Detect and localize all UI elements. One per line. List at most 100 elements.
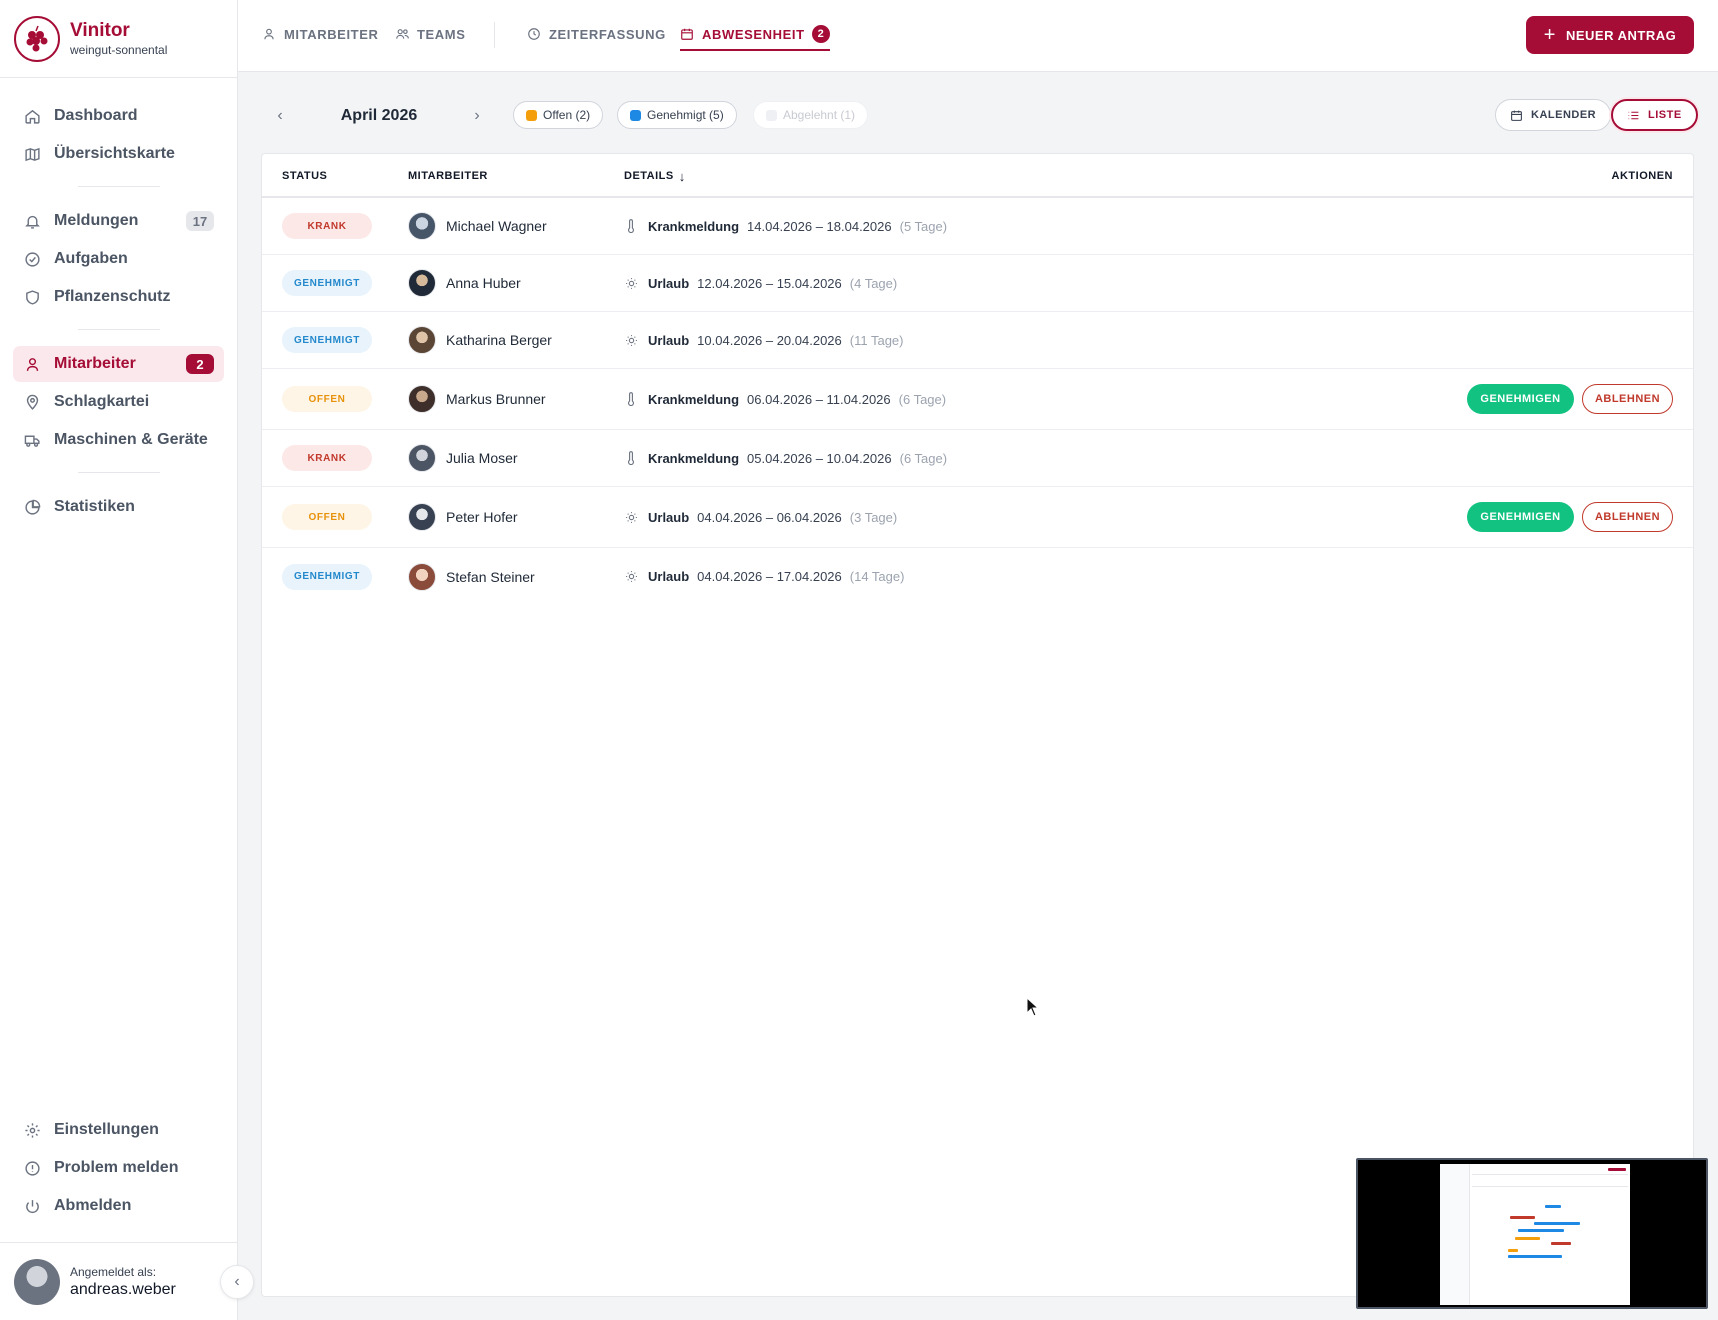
sun-icon <box>624 510 638 524</box>
reject-button[interactable]: ABLEHNEN <box>1582 384 1673 414</box>
thermometer-icon <box>624 392 638 406</box>
sidebar-item-label: Aufgaben <box>54 250 128 267</box>
table-row[interactable]: KRANK Julia Moser Krankmeldung 05.04.202… <box>262 430 1693 487</box>
alert-circle-icon <box>23 1159 41 1177</box>
day-count: (4 Tage) <box>849 275 898 291</box>
sidebar-item-meldungen[interactable]: Meldungen 17 <box>13 203 224 239</box>
previous-month-button[interactable]: ‹ <box>268 104 292 128</box>
mouse-cursor-icon <box>1026 997 1040 1017</box>
table-row[interactable]: OFFEN Markus Brunner Krankmeldung 06.04.… <box>262 369 1693 430</box>
tab-abwesenheit[interactable]: ABWESENHEIT 2 <box>680 0 830 68</box>
logged-in-label: Angemeldet als: <box>70 1264 157 1279</box>
sun-icon <box>624 276 638 290</box>
filter-chip-genehmigt[interactable]: Genehmigt (5) <box>617 101 737 129</box>
calendar-icon <box>680 27 695 42</box>
status-badge: KRANK <box>282 445 372 471</box>
power-icon <box>23 1197 41 1215</box>
table-row[interactable]: KRANK Michael Wagner Krankmeldung 14.04.… <box>262 198 1693 255</box>
user-icon <box>262 27 277 42</box>
sidebar-item-uebersichtskarte[interactable]: Übersichtskarte <box>13 136 224 172</box>
avatar[interactable] <box>14 1258 60 1305</box>
sidebar-item-schlagkartei[interactable]: Schlagkartei <box>13 384 224 420</box>
day-count: (6 Tage) <box>898 391 947 407</box>
preview-bar <box>1508 1255 1562 1258</box>
brand[interactable]: Vinitor weingut-sonnental <box>0 0 237 78</box>
avatar <box>408 503 436 531</box>
approve-button[interactable]: GENEHMIGEN <box>1467 384 1574 414</box>
sidebar-item-abmelden[interactable]: Abmelden <box>13 1188 224 1224</box>
divider <box>77 329 160 330</box>
tenant-name: weingut-sonnental <box>70 42 168 57</box>
tab-label: ABWESENHEIT <box>702 26 805 42</box>
pending-count-badge: 2 <box>186 354 214 374</box>
absence-type: Urlaub <box>648 332 690 348</box>
status-badge: GENEHMIGT <box>282 563 372 590</box>
sidebar-item-einstellungen[interactable]: Einstellungen <box>13 1112 224 1148</box>
color-swatch <box>766 109 777 121</box>
divider <box>494 22 495 48</box>
view-calendar-button[interactable]: KALENDER <box>1495 99 1612 131</box>
column-header-details[interactable]: DETAILS ↓ <box>624 154 686 198</box>
sidebar-bottom-nav: Einstellungen Problem melden Abmelden <box>13 1112 224 1226</box>
next-month-button[interactable]: › <box>465 104 489 128</box>
screen-preview-thumbnail[interactable] <box>1356 1158 1708 1309</box>
tab-label: ZEITERFASSUNG <box>549 26 666 42</box>
filter-chip-offen[interactable]: Offen (2) <box>513 101 604 129</box>
notification-count-badge: 17 <box>186 211 214 231</box>
filter-label: Abgelehnt (1) <box>783 108 856 122</box>
tab-zeiterfassung[interactable]: ZEITERFASSUNG <box>527 0 666 68</box>
map-pin-icon <box>23 393 41 411</box>
table-row[interactable]: OFFEN Peter Hofer Urlaub 04.04.2026 – 06… <box>262 487 1693 548</box>
day-count: (11 Tage) <box>849 332 904 348</box>
sidebar-item-statistiken[interactable]: Statistiken <box>13 489 224 525</box>
view-list-button[interactable]: LISTE <box>1611 99 1698 131</box>
new-request-label: NEUER ANTRAG <box>1565 27 1677 43</box>
sidebar-item-aufgaben[interactable]: Aufgaben <box>13 241 224 277</box>
sidebar-item-pflanzenschutz[interactable]: Pflanzenschutz <box>13 279 224 315</box>
collapse-sidebar-button[interactable]: ‹ <box>220 1265 254 1299</box>
employee-name: Peter Hofer <box>446 509 518 525</box>
approve-button[interactable]: GENEHMIGEN <box>1467 502 1574 532</box>
filter-chip-abgelehnt[interactable]: Abgelehnt (1) <box>753 101 869 129</box>
table-header: STATUS MITARBEITER DETAILS ↓ AKTIONEN <box>262 154 1693 198</box>
divider <box>77 186 160 187</box>
sidebar-item-label: Mitarbeiter <box>54 355 136 372</box>
sidebar-item-label: Pflanzenschutz <box>54 288 171 305</box>
home-icon <box>23 107 41 125</box>
check-circle-icon <box>23 250 41 268</box>
absence-type: Urlaub <box>648 509 690 525</box>
preview-divider <box>1472 1186 1628 1187</box>
status-badge: OFFEN <box>282 386 372 412</box>
sidebar-item-problem-melden[interactable]: Problem melden <box>13 1150 224 1186</box>
sidebar-item-maschinen[interactable]: Maschinen & Geräte <box>13 422 224 458</box>
table-row[interactable]: GENEHMIGT Stefan Steiner Urlaub 04.04.20… <box>262 548 1693 605</box>
tab-label: TEAMS <box>417 26 466 42</box>
avatar <box>408 444 436 472</box>
map-icon <box>23 145 41 163</box>
sidebar-item-mitarbeiter[interactable]: Mitarbeiter 2 <box>13 346 224 382</box>
table-row[interactable]: GENEHMIGT Katharina Berger Urlaub 10.04.… <box>262 312 1693 369</box>
grape-logo-icon <box>14 15 60 62</box>
date-range: 10.04.2026 – 20.04.2026 <box>697 332 842 348</box>
column-header-status[interactable]: STATUS <box>282 154 327 198</box>
clock-icon <box>527 27 542 42</box>
username: andreas.weber <box>70 1280 176 1298</box>
calendar-icon <box>1510 109 1523 122</box>
status-badge: GENEHMIGT <box>282 270 372 296</box>
sort-down-icon: ↓ <box>678 168 686 184</box>
color-swatch <box>526 109 537 121</box>
list-icon <box>1627 109 1640 122</box>
tab-mitarbeiter[interactable]: MITARBEITER <box>262 0 378 68</box>
new-request-button[interactable]: + NEUER ANTRAG <box>1526 16 1694 54</box>
top-navigation: MITARBEITER TEAMS ZEITERFASSUNG ABWESENH… <box>238 0 1718 72</box>
preview-bar <box>1518 1229 1564 1232</box>
tab-teams[interactable]: TEAMS <box>395 0 466 68</box>
sun-icon <box>624 333 638 347</box>
sidebar-item-label: Einstellungen <box>54 1121 159 1138</box>
employee-name: Stefan Steiner <box>446 568 535 585</box>
column-header-employee[interactable]: MITARBEITER <box>408 154 488 198</box>
reject-button[interactable]: ABLEHNEN <box>1582 502 1673 532</box>
status-badge: KRANK <box>282 213 372 239</box>
sidebar-item-dashboard[interactable]: Dashboard <box>13 98 224 134</box>
table-row[interactable]: GENEHMIGT Anna Huber Urlaub 12.04.2026 –… <box>262 255 1693 312</box>
